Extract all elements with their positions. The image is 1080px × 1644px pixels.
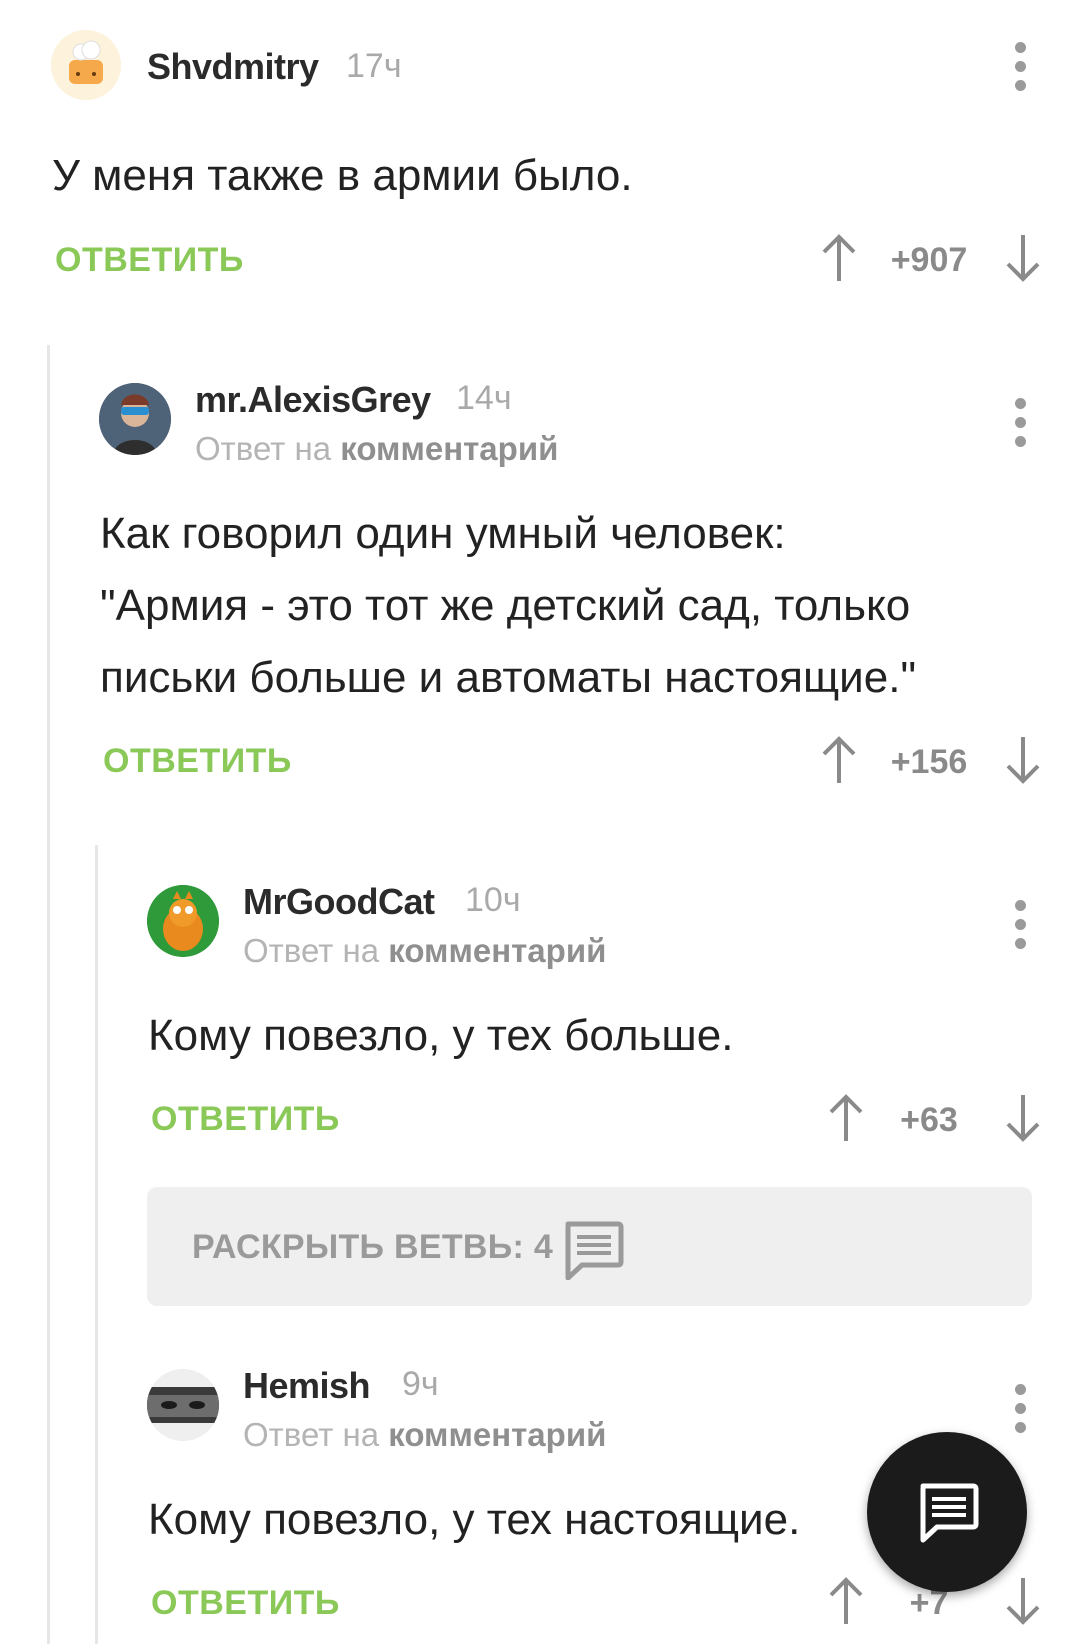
downvote-arrow-icon[interactable] bbox=[1003, 1576, 1043, 1626]
vote-score: +907 bbox=[890, 241, 968, 279]
comment-icon bbox=[917, 1482, 979, 1544]
comment-text: У меня также в армии было. bbox=[52, 151, 633, 200]
reply-to-prefix: Ответ на bbox=[243, 932, 380, 969]
upvote-arrow-icon[interactable] bbox=[826, 1093, 866, 1143]
more-options-icon[interactable] bbox=[1010, 398, 1030, 448]
upvote-arrow-icon[interactable] bbox=[819, 233, 859, 283]
reply-to-line: Ответ на комментарий bbox=[243, 932, 606, 970]
downvote-arrow-icon[interactable] bbox=[1003, 233, 1043, 283]
more-options-icon[interactable] bbox=[1010, 42, 1030, 92]
more-options-icon[interactable] bbox=[1010, 1384, 1030, 1434]
vote-score: +156 bbox=[890, 743, 968, 781]
vote-score: +63 bbox=[900, 1101, 958, 1139]
comment-time: 17ч bbox=[346, 47, 402, 85]
avatar[interactable] bbox=[99, 383, 171, 455]
comment-text-line: "Армия - это тот же детский сад, только bbox=[100, 581, 911, 630]
author-name[interactable]: MrGoodCat bbox=[243, 881, 435, 923]
thread-line-level2 bbox=[95, 845, 98, 1644]
avatar[interactable] bbox=[147, 885, 219, 957]
avatar[interactable] bbox=[51, 30, 121, 100]
reply-button[interactable]: ОТВЕТИТЬ bbox=[103, 742, 292, 781]
author-name[interactable]: Hemish bbox=[243, 1365, 371, 1407]
comment-text: Кому повезло, у тех больше. bbox=[148, 1011, 734, 1060]
write-comment-fab[interactable] bbox=[867, 1432, 1027, 1592]
reply-to-link[interactable]: комментарий bbox=[388, 1416, 606, 1453]
expand-branch-button[interactable]: РАСКРЫТЬ ВЕТВЬ: 4 bbox=[147, 1187, 1032, 1306]
comment-text-line: письки больше и автоматы настоящие." bbox=[100, 653, 917, 702]
avatar[interactable] bbox=[147, 1369, 219, 1441]
downvote-arrow-icon[interactable] bbox=[1003, 1093, 1043, 1143]
comment-text-line: Как говорил один умный человек: bbox=[100, 509, 786, 558]
comment-text: Кому повезло, у тех настоящие. bbox=[148, 1495, 801, 1544]
reply-button[interactable]: ОТВЕТИТЬ bbox=[55, 241, 244, 280]
upvote-arrow-icon[interactable] bbox=[819, 735, 859, 785]
author-name[interactable]: mr.AlexisGrey bbox=[195, 379, 431, 421]
upvote-arrow-icon[interactable] bbox=[826, 1576, 866, 1626]
reply-to-line: Ответ на комментарий bbox=[195, 430, 558, 468]
comment-time: 14ч bbox=[456, 379, 512, 417]
downvote-arrow-icon[interactable] bbox=[1003, 735, 1043, 785]
reply-to-prefix: Ответ на bbox=[243, 1416, 380, 1453]
comment-text: Как говорил один умный человек: "Армия -… bbox=[100, 498, 916, 714]
comment-time: 9ч bbox=[402, 1365, 439, 1403]
reply-button[interactable]: ОТВЕТИТЬ bbox=[151, 1100, 340, 1139]
author-name[interactable]: Shvdmitry bbox=[147, 46, 319, 88]
reply-to-link[interactable]: комментарий bbox=[340, 430, 558, 467]
reply-button[interactable]: ОТВЕТИТЬ bbox=[151, 1584, 340, 1623]
more-options-icon[interactable] bbox=[1010, 900, 1030, 950]
reply-to-line: Ответ на комментарий bbox=[243, 1416, 606, 1454]
thread-line-level1 bbox=[47, 345, 50, 1644]
comment-icon bbox=[562, 1220, 624, 1281]
comment-time: 10ч bbox=[465, 881, 521, 919]
expand-branch-label: РАСКРЫТЬ ВЕТВЬ: 4 bbox=[192, 1228, 554, 1266]
reply-to-prefix: Ответ на bbox=[195, 430, 332, 467]
reply-to-link[interactable]: комментарий bbox=[388, 932, 606, 969]
